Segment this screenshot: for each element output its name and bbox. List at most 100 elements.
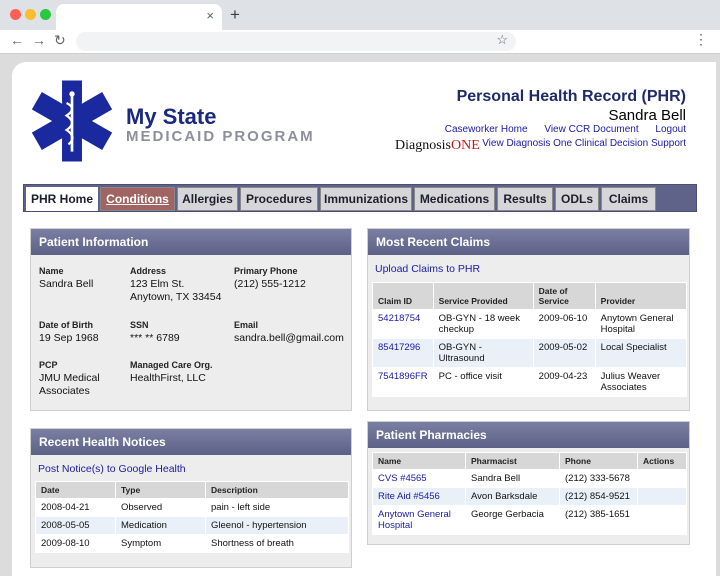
column-header: Description [205, 481, 349, 499]
column-header: Actions [637, 452, 687, 470]
post-to-google-health-link[interactable]: Post Notice(s) to Google Health [38, 463, 186, 475]
star-of-life-logo-icon [29, 78, 115, 164]
mco-label: Managed Care Org. [130, 360, 213, 370]
panel-title: Most Recent Claims [368, 229, 689, 255]
provider: Anytown General Hospital [594, 309, 688, 339]
pcp-label: PCP [39, 360, 58, 370]
pharmacy-name-link[interactable]: Rite Aid #5456 [372, 487, 466, 506]
notice-type: Medication [115, 516, 206, 535]
notice-description: pain - left side [205, 498, 349, 517]
column-header: Name [372, 452, 466, 470]
pharmacy-phone: (212) 333-5678 [559, 469, 638, 488]
recent-health-notices-panel: Recent Health Notices Post Notice(s) to … [30, 428, 352, 568]
notice-date: 2008-05-05 [35, 516, 116, 535]
column-header: Pharmacist [465, 452, 560, 470]
panel-title: Patient Pharmacies [368, 422, 689, 448]
tab-close-icon[interactable]: × [206, 8, 214, 23]
name-label: Name [39, 266, 64, 276]
date-of-service: 2009-06-10 [532, 309, 596, 339]
pharmacy-actions [637, 469, 687, 488]
claims-table: Claim ID Service Provided Date of Servic… [372, 282, 688, 397]
browser-menu-icon[interactable]: ⋮ [694, 31, 708, 48]
tab-odls[interactable]: ODLs [555, 187, 599, 211]
table-row: 7541896FR PC - office visit 2009-04-23 J… [372, 367, 688, 397]
caseworker-home-link[interactable]: Caseworker Home [445, 124, 528, 135]
table-row: 85417296 OB-GYN - Ultrasound 2009-05-02 … [372, 338, 688, 368]
table-row: 2008-04-21 Observed pain - left side [35, 498, 349, 517]
table-row: CVS #4565 Sandra Bell (212) 333-5678 [372, 469, 687, 488]
user-name: Sandra Bell [608, 107, 686, 124]
tab-allergies[interactable]: Allergies [177, 187, 238, 211]
provider: Local Specialist [594, 338, 688, 368]
tab-results[interactable]: Results [497, 187, 553, 211]
tab-phr-home[interactable]: PHR Home [26, 187, 98, 211]
browser-toolbar: ← → ↻ ☆ ⋮ [0, 30, 720, 54]
column-header: Phone [559, 452, 638, 470]
ssn-value: *** ** 6789 [130, 332, 180, 344]
back-icon[interactable]: ← [10, 32, 24, 48]
logo-subtitle: MEDICAID PROGRAM [126, 128, 315, 145]
notice-date: 2009-08-10 [35, 534, 116, 553]
table-row: 2009-08-10 Symptom Shortness of breath [35, 534, 349, 553]
view-ccr-document-link[interactable]: View CCR Document [544, 124, 638, 135]
tab-conditions[interactable]: Conditions [100, 187, 175, 211]
notice-type: Observed [115, 498, 206, 517]
address-bar[interactable]: ☆ [76, 32, 516, 51]
new-tab-icon[interactable]: + [230, 5, 240, 25]
minimize-window-icon[interactable] [25, 9, 36, 20]
address-line1: 123 Elm St. [130, 278, 185, 290]
main-nav: PHR Home Conditions Allergies Procedures… [23, 184, 697, 212]
service-provided: OB-GYN - Ultrasound [432, 338, 534, 368]
bookmark-star-icon[interactable]: ☆ [496, 32, 508, 48]
column-header: Date of Service [532, 282, 596, 310]
ssn-label: SSN [130, 320, 149, 330]
column-header: Type [115, 481, 206, 499]
column-header: Service Provided [432, 282, 534, 310]
browser-tab-strip: × + [0, 0, 720, 30]
pcp-line2: Associates [39, 385, 90, 397]
claim-id-link[interactable]: 85417296 [372, 338, 434, 368]
column-header: Date [35, 481, 116, 499]
pharmacy-name-link[interactable]: CVS #4565 [372, 469, 466, 488]
patient-information-panel: Patient Information Name Sandra Bell Add… [30, 228, 352, 411]
tab-claims[interactable]: Claims [601, 187, 656, 211]
reload-icon[interactable]: ↻ [54, 32, 66, 49]
pharmacist: George Gerbacia [465, 505, 560, 535]
notice-description: Gleenol - hypertension [205, 516, 349, 535]
forward-icon[interactable]: → [32, 32, 46, 48]
tab-medications[interactable]: Medications [414, 187, 495, 211]
pharmacy-phone: (212) 385-1651 [559, 505, 638, 535]
page-title: Personal Health Record (PHR) [456, 88, 686, 105]
upload-claims-link[interactable]: Upload Claims to PHR [375, 263, 480, 275]
health-notices-table: Date Type Description 2008-04-21 Observe… [35, 481, 349, 553]
notice-type: Symptom [115, 534, 206, 553]
browser-tab[interactable]: × [56, 4, 222, 30]
dob-label: Date of Birth [39, 320, 93, 330]
pcp-line1: JMU Medical [39, 372, 100, 384]
close-window-icon[interactable] [10, 9, 21, 20]
tab-procedures[interactable]: Procedures [240, 187, 318, 211]
most-recent-claims-panel: Most Recent Claims Upload Claims to PHR … [367, 228, 690, 411]
pharmacist: Avon Barksdale [465, 487, 560, 506]
column-header: Claim ID [372, 282, 434, 310]
panel-title: Patient Information [31, 229, 351, 255]
pharmacy-phone: (212) 854-9521 [559, 487, 638, 506]
pharmacies-table: Name Pharmacist Phone Actions CVS #4565 … [372, 452, 687, 535]
page: My State MEDICAID PROGRAM Personal Healt… [12, 62, 716, 576]
date-of-service: 2009-05-02 [532, 338, 596, 368]
date-of-service: 2009-04-23 [532, 367, 596, 397]
logout-link[interactable]: Logout [655, 124, 686, 135]
pharmacy-name-link[interactable]: Anytown General Hospital [372, 505, 466, 535]
claim-id-link[interactable]: 7541896FR [372, 367, 434, 397]
maximize-window-icon[interactable] [40, 9, 51, 20]
patient-name: Sandra Bell [39, 278, 94, 290]
pharmacist: Sandra Bell [465, 469, 560, 488]
logo-title: My State [126, 104, 217, 129]
tab-immunizations[interactable]: Immunizations [320, 187, 412, 211]
clinical-decision-support-link[interactable]: View Diagnosis One Clinical Decision Sup… [482, 138, 686, 149]
service-provided: OB-GYN - 18 week checkup [432, 309, 534, 339]
header-links: Caseworker Home View CCR Document Logout [431, 124, 686, 135]
notice-date: 2008-04-21 [35, 498, 116, 517]
claim-id-link[interactable]: 54218754 [372, 309, 434, 339]
phone-label: Primary Phone [234, 266, 298, 276]
